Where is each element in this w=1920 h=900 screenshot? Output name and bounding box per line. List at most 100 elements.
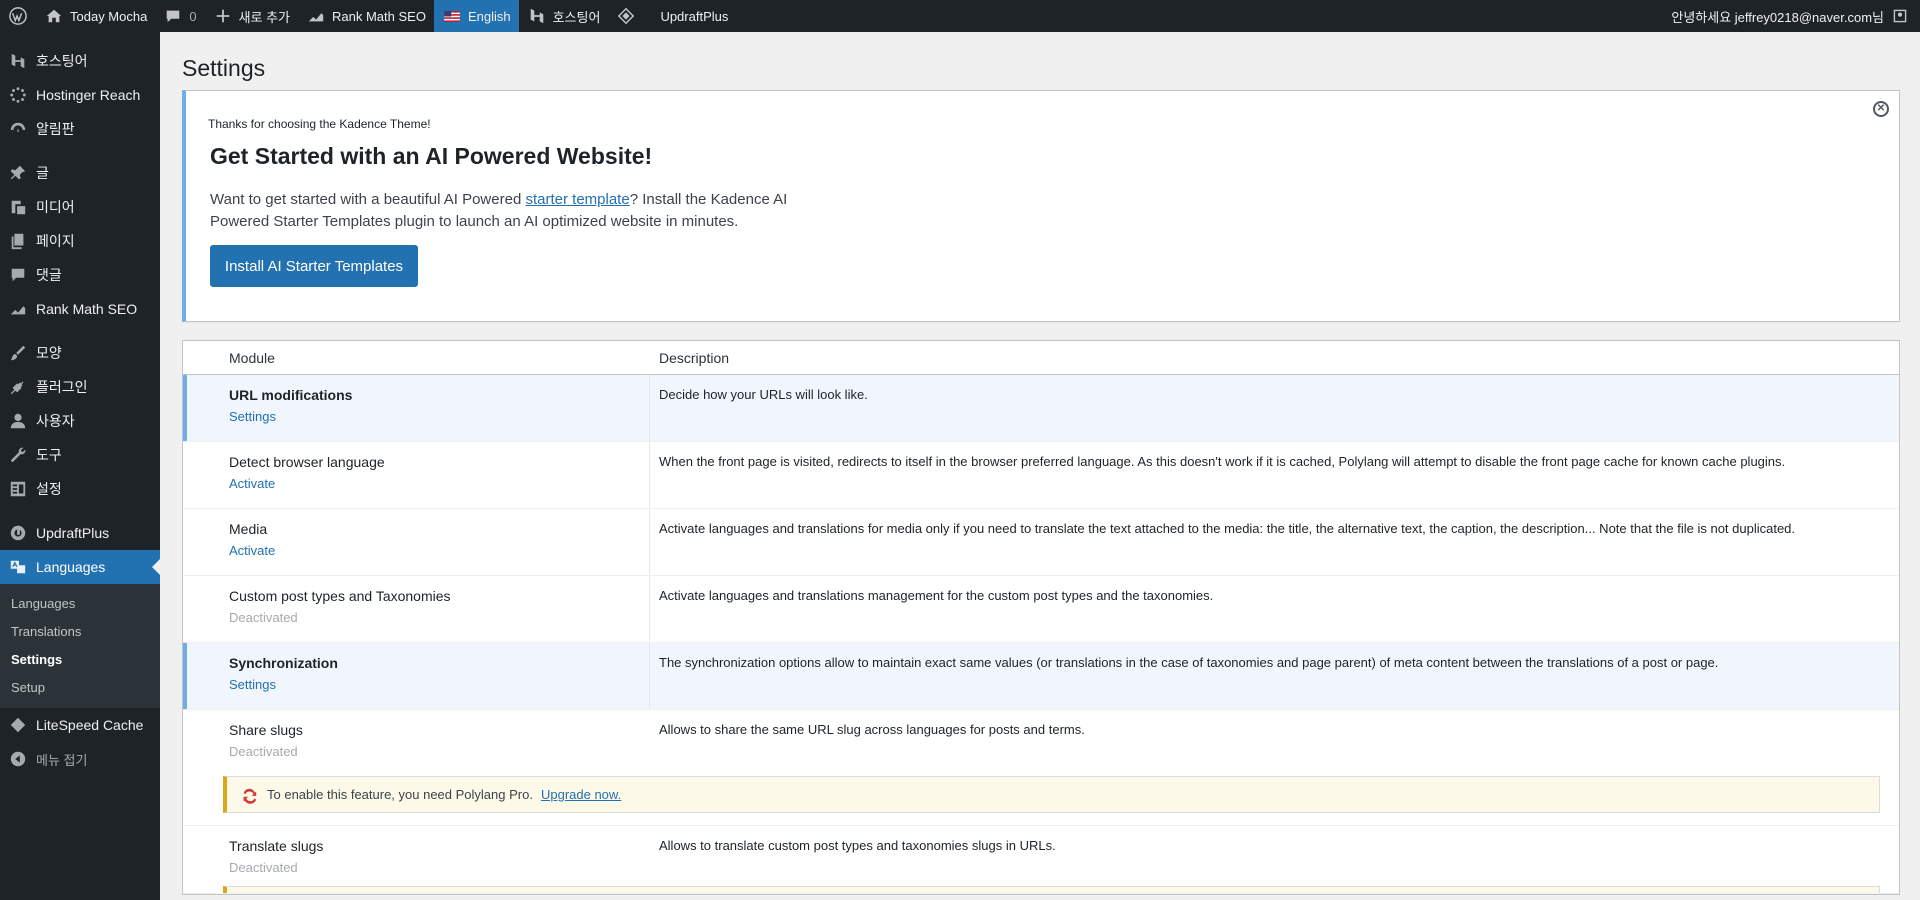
activate-link[interactable]: Activate xyxy=(229,543,649,558)
sidebar-item-appearance[interactable]: 모양 xyxy=(0,336,160,370)
pro-notice xyxy=(223,886,1880,893)
rankmath-icon xyxy=(306,6,326,26)
sidebar-item-label: 플러그인 xyxy=(36,379,88,395)
sidebar-item-label: 설정 xyxy=(36,481,62,497)
diamond-icon xyxy=(616,6,636,26)
table-row: Translate slugs Deactivated Allows to tr… xyxy=(183,826,1899,886)
sidebar-item-label: Hostinger Reach xyxy=(36,87,141,103)
spinner-icon xyxy=(8,85,28,105)
sidebar-item-label: 사용자 xyxy=(36,413,75,429)
table-row: Share slugs Deactivated Allows to share … xyxy=(183,710,1899,770)
submenu-item-settings[interactable]: Settings xyxy=(0,646,160,674)
sidebar-item-label: LiteSpeed Cache xyxy=(36,717,144,733)
sidebar-item-settings[interactable]: 설정 xyxy=(0,472,160,506)
refresh-icon xyxy=(239,785,259,805)
main-content: Settings Thanks for choosing the Kadence… xyxy=(182,32,1900,895)
comment-icon xyxy=(163,6,183,26)
sidebar-item-label: 도구 xyxy=(36,447,62,463)
close-icon[interactable]: ✕ xyxy=(1873,101,1889,117)
pro-notice-row-partial xyxy=(183,886,1899,894)
table-row: Detect browser language Activate When th… xyxy=(183,442,1899,509)
media-icon xyxy=(8,197,28,217)
activate-link[interactable]: Activate xyxy=(229,476,649,491)
description-column-header: Description xyxy=(659,349,730,366)
sidebar-item-label: Languages xyxy=(36,559,106,575)
table-row: Custom post types and Taxonomies Deactiv… xyxy=(183,576,1899,643)
submenu-item-translations[interactable]: Translations xyxy=(0,618,160,646)
module-name: Custom post types and Taxonomies xyxy=(229,588,451,604)
module-description: Allows to translate custom post types an… xyxy=(659,838,1056,853)
sidebar-item-label: Rank Math SEO xyxy=(36,301,138,317)
translate-icon xyxy=(8,557,28,577)
rankmath-menu[interactable]: Rank Math SEO xyxy=(298,0,434,32)
my-account-menu[interactable]: 안녕하세요 jeffrey0218@naver.com님 xyxy=(1663,0,1920,32)
install-ai-starter-templates-button[interactable]: Install AI Starter Templates xyxy=(210,245,418,287)
module-name: Share slugs xyxy=(229,722,303,738)
new-content-menu[interactable]: 새로 추가 xyxy=(205,0,298,32)
sidebar-item-pages[interactable]: 페이지 xyxy=(0,224,160,258)
sidebar-item-label: 댓글 xyxy=(36,267,62,283)
sidebar-item-label: 페이지 xyxy=(36,233,75,249)
sidebar-item-tools[interactable]: 도구 xyxy=(0,438,160,472)
sidebar-item-hostinger-reach[interactable]: Hostinger Reach xyxy=(0,78,160,112)
wordpress-icon xyxy=(8,6,28,26)
user-icon xyxy=(8,411,28,431)
updraftplus-menu[interactable]: UpdraftPlus xyxy=(644,0,736,32)
sidebar-item-dashboard[interactable]: 알림판 xyxy=(0,112,160,146)
rankmath-label: Rank Math SEO xyxy=(332,8,426,24)
upgrade-now-link[interactable]: Upgrade now. xyxy=(541,787,621,802)
submenu-item-setup[interactable]: Setup xyxy=(0,674,160,702)
settings-link[interactable]: Settings xyxy=(229,409,649,424)
hostinger-menu[interactable]: 호스팅어 xyxy=(519,0,609,32)
admin-bar: Today Mocha 0 새로 추가 Rank Math SEO Englis… xyxy=(0,0,1920,32)
sidebar-item-comments[interactable]: 댓글 xyxy=(0,258,160,292)
new-content-label: 새로 추가 xyxy=(238,9,291,25)
collapse-icon xyxy=(8,749,28,769)
comments-menu[interactable]: 0 xyxy=(155,0,204,32)
sidebar-item-rankmath[interactable]: Rank Math SEO xyxy=(0,292,160,326)
pro-notice-row: To enable this feature, you need Polylan… xyxy=(183,770,1899,826)
deactivated-label: Deactivated xyxy=(229,744,298,759)
notice-small-text: Thanks for choosing the Kadence Theme! xyxy=(208,117,431,131)
module-column-header: Module xyxy=(229,349,275,366)
sidebar-item-media[interactable]: 미디어 xyxy=(0,190,160,224)
sidebar-item-litespeed[interactable]: LiteSpeed Cache xyxy=(0,708,160,742)
kadence-menu[interactable] xyxy=(608,0,644,32)
submenu-item-languages[interactable]: Languages xyxy=(0,590,160,618)
sidebar-item-label: 미디어 xyxy=(36,199,75,215)
updraftplus-label: UpdraftPlus xyxy=(660,8,729,24)
site-name-menu[interactable]: Today Mocha xyxy=(36,0,155,32)
settings-icon xyxy=(8,479,28,499)
updraft-icon xyxy=(8,523,28,543)
table-header: Module Description xyxy=(183,341,1899,375)
sidebar-item-languages[interactable]: Languages xyxy=(0,550,160,584)
plugin-icon xyxy=(8,377,28,397)
sidebar-item-hostinger[interactable]: 호스팅어 xyxy=(0,44,160,78)
sidebar-item-users[interactable]: 사용자 xyxy=(0,404,160,438)
sidebar-item-posts[interactable]: 글 xyxy=(0,156,160,190)
notice-text-before: Want to get started with a beautiful AI … xyxy=(210,191,526,208)
module-description: Decide how your URLs will look like. xyxy=(659,387,868,402)
module-name: Synchronization xyxy=(229,655,338,671)
deactivated-label: Deactivated xyxy=(229,610,298,625)
sidebar-item-label: UpdraftPlus xyxy=(36,525,110,541)
page-title: Settings xyxy=(182,55,266,81)
wordpress-logo-menu[interactable] xyxy=(0,0,36,32)
home-icon xyxy=(44,6,64,26)
module-name: URL modifications xyxy=(229,387,353,403)
pin-icon xyxy=(8,163,28,183)
settings-link[interactable]: Settings xyxy=(229,677,649,692)
sidebar-item-plugins[interactable]: 플러그인 xyxy=(0,370,160,404)
module-name: Translate slugs xyxy=(229,838,324,854)
sidebar-item-label: 메뉴 접기 xyxy=(36,752,88,768)
sidebar-item-updraftplus[interactable]: UpdraftPlus xyxy=(0,516,160,550)
module-name: Detect browser language xyxy=(229,454,385,470)
language-switcher[interactable]: English xyxy=(433,0,519,32)
module-description: Activate languages and translations for … xyxy=(659,521,1796,536)
sidebar-item-label: 모양 xyxy=(36,345,62,361)
module-description: When the front page is visited, redirect… xyxy=(659,454,1786,469)
site-name: Today Mocha xyxy=(70,8,148,24)
collapse-menu-button[interactable]: 메뉴 접기 xyxy=(0,742,160,776)
module-description: Activate languages and translations mana… xyxy=(659,588,1214,603)
starter-template-link[interactable]: starter template xyxy=(525,191,629,208)
